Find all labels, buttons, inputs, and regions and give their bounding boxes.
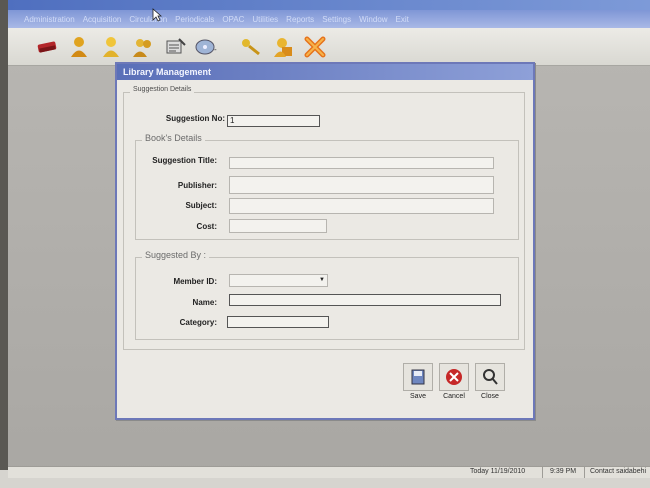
suggestion-title-label: Suggestion Title:: [152, 156, 217, 165]
monitor-bezel: [0, 0, 8, 488]
app-title-bar: [8, 0, 650, 10]
subject-label: Subject:: [185, 201, 217, 210]
menu-item-periodicals[interactable]: Periodicals: [175, 15, 214, 24]
users-icon[interactable]: [130, 34, 156, 60]
name-label: Name:: [192, 298, 217, 307]
status-contact: Contact saidabehi: [590, 468, 647, 475]
suggested-by-legend: Suggested By :: [142, 250, 210, 260]
menu-item-administration[interactable]: Administration: [24, 15, 75, 24]
close-search-icon: [475, 363, 505, 391]
disc-icon[interactable]: -: [194, 34, 220, 60]
key-icon[interactable]: [238, 34, 264, 60]
cancel-button[interactable]: Cancel: [437, 363, 471, 400]
issue-icon[interactable]: [162, 34, 188, 60]
subject-field[interactable]: [229, 198, 494, 214]
close-label: Close: [481, 393, 499, 400]
menu-item-settings[interactable]: Settings: [322, 15, 351, 24]
save-button[interactable]: Save: [401, 363, 435, 400]
books-details-legend: Book's Details: [142, 133, 205, 143]
category-field[interactable]: [227, 316, 329, 328]
menu-item-reports[interactable]: Reports: [286, 15, 314, 24]
library-management-dialog: Library Management Suggestion Details Su…: [115, 62, 535, 420]
status-bar: Today 11/19/2010 9:39 PM Contact saidabe…: [8, 466, 650, 478]
menu-item-opac[interactable]: OPAC: [222, 15, 244, 24]
suggestion-details-legend: Suggestion Details: [130, 86, 195, 93]
user-gold-icon[interactable]: [66, 34, 92, 60]
publisher-label: Publisher:: [177, 181, 217, 190]
category-label: Category:: [179, 318, 217, 327]
dialog-title: Library Management: [117, 64, 533, 80]
mouse-cursor-icon: [152, 8, 162, 22]
close-x-icon[interactable]: [302, 34, 328, 60]
menu-item-exit[interactable]: Exit: [396, 15, 409, 24]
cost-label: Cost:: [196, 222, 217, 231]
cost-field[interactable]: [229, 219, 327, 233]
publisher-field[interactable]: [229, 176, 494, 194]
menu-item-acquisition[interactable]: Acquisition: [83, 15, 122, 24]
user-yellow-icon[interactable]: [98, 34, 124, 60]
suggestion-no-field[interactable]: 1: [227, 115, 320, 127]
menu-item-utilities[interactable]: Utilities: [252, 15, 278, 24]
member-id-label: Member ID:: [173, 277, 217, 286]
suggestion-title-field[interactable]: [229, 157, 494, 169]
member-id-select[interactable]: ▼: [229, 274, 328, 287]
status-time: 9:39 PM: [550, 468, 577, 475]
suggestion-no-label: Suggestion No:: [165, 114, 225, 123]
close-button[interactable]: Close: [473, 363, 507, 400]
cancel-icon: [439, 363, 469, 391]
screen: Administration Acquisition Circulation P…: [8, 0, 650, 478]
suggestion-no-value: 1: [230, 116, 235, 125]
menu-bar: Administration Acquisition Circulation P…: [8, 10, 650, 28]
toolbar: -: [8, 28, 650, 66]
cancel-label: Cancel: [443, 393, 465, 400]
chevron-down-icon[interactable]: ▼: [318, 276, 326, 284]
menu-item-window[interactable]: Window: [359, 15, 387, 24]
save-label: Save: [410, 393, 426, 400]
status-date: Today 11/19/2010: [470, 468, 526, 475]
name-field[interactable]: [229, 294, 501, 306]
save-icon: [403, 363, 433, 391]
books-icon[interactable]: [34, 34, 60, 60]
svg-text:-: -: [214, 45, 217, 54]
lock-user-icon[interactable]: [270, 34, 296, 60]
